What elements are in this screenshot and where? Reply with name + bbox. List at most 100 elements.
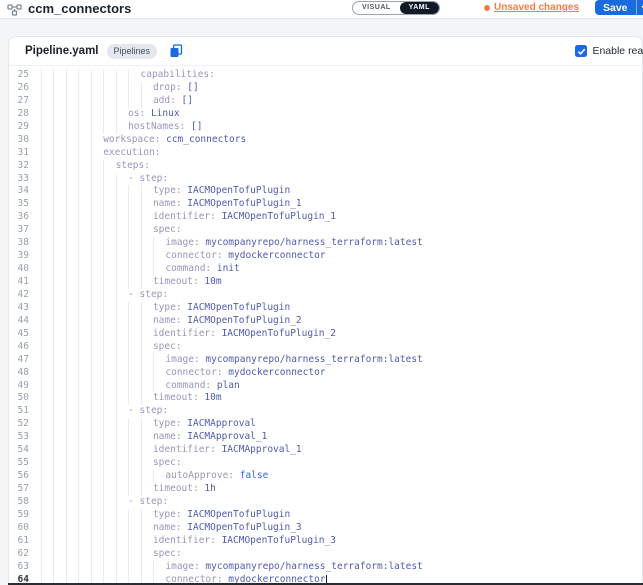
yaml-editor[interactable]: 25 capabilities:26drop: []27add: []28os: … bbox=[9, 66, 642, 585]
code-line[interactable]: 39connector: mydockerconnector bbox=[9, 250, 642, 263]
indent-guide bbox=[141, 315, 153, 328]
copy-icon[interactable] bbox=[169, 44, 183, 58]
indent-guide bbox=[141, 367, 153, 380]
code-line[interactable]: 42- step: bbox=[9, 289, 642, 302]
code-line[interactable]: 38image: mycompanyrepo/harness_terraform… bbox=[9, 237, 642, 250]
indent-guide bbox=[116, 457, 128, 470]
yaml-key: command: bbox=[165, 263, 211, 276]
indent-guide bbox=[41, 237, 53, 250]
indent-guide bbox=[116, 185, 128, 198]
line-number: 49 bbox=[9, 380, 29, 393]
save-button[interactable]: Save bbox=[595, 0, 636, 15]
code-line[interactable]: 46spec: bbox=[9, 341, 642, 354]
code-line[interactable]: 26drop: [] bbox=[9, 82, 642, 95]
indent-guide bbox=[91, 211, 103, 224]
indent-guide bbox=[128, 198, 140, 211]
indent-guide bbox=[91, 302, 103, 315]
code-line[interactable]: 36identifier: IACMOpenTofuPlugin_1 bbox=[9, 211, 642, 224]
code-line[interactable]: 61identifier: IACMOpenTofuPlugin_3 bbox=[9, 535, 642, 548]
indent-guide bbox=[116, 211, 128, 224]
indent-guide bbox=[66, 457, 78, 470]
indent-guide bbox=[66, 198, 78, 211]
code-line[interactable]: 34type: IACMOpenTofuPlugin bbox=[9, 185, 642, 198]
indent-guide bbox=[53, 354, 65, 367]
indent-guide bbox=[41, 380, 53, 393]
code-line[interactable]: 53name: IACMApproval_1 bbox=[9, 431, 642, 444]
top-header: ccm_connectors VISUAL YAML Unsaved chang… bbox=[0, 0, 643, 19]
line-number: 39 bbox=[9, 250, 29, 263]
code-line[interactable]: 25 capabilities: bbox=[9, 69, 642, 82]
indent-guide bbox=[66, 82, 78, 95]
code-line[interactable]: 47image: mycompanyrepo/harness_terraform… bbox=[9, 354, 642, 367]
code-line[interactable]: 51- step: bbox=[9, 405, 642, 418]
line-number: 25 bbox=[9, 69, 29, 82]
code-line[interactable]: 35name: IACMOpenTofuPlugin_1 bbox=[9, 198, 642, 211]
code-line[interactable]: 48connector: mydockerconnector bbox=[9, 367, 642, 380]
indent-guide bbox=[91, 470, 103, 483]
code-line[interactable]: 56autoApprove: false bbox=[9, 470, 642, 483]
indent-guide bbox=[91, 405, 103, 418]
yaml-value: mydockerconnector bbox=[223, 250, 326, 263]
code-line[interactable]: 54identifier: IACMApproval_1 bbox=[9, 444, 642, 457]
indent-guide bbox=[116, 522, 128, 535]
code-line[interactable]: 44name: IACMOpenTofuPlugin_2 bbox=[9, 315, 642, 328]
indent-guide bbox=[78, 548, 90, 561]
code-line[interactable]: 49command: plan bbox=[9, 380, 642, 393]
indent-guide bbox=[103, 418, 115, 431]
toggle-yaml[interactable]: YAML bbox=[400, 2, 439, 14]
yaml-key: type: bbox=[153, 185, 182, 198]
code-line[interactable]: 41timeout: 10m bbox=[9, 276, 642, 289]
code-line[interactable]: 33- step: bbox=[9, 173, 642, 186]
indent-guide bbox=[116, 496, 128, 509]
indent-guide bbox=[66, 211, 78, 224]
indent-guide bbox=[78, 211, 90, 224]
indent-guide bbox=[78, 509, 90, 522]
yaml-key: step: bbox=[140, 496, 169, 509]
code-line[interactable]: 31execution: bbox=[9, 147, 642, 160]
code-line[interactable]: 28os: Linux bbox=[9, 108, 642, 121]
yaml-value: false bbox=[234, 470, 268, 483]
code-line[interactable]: 55spec: bbox=[9, 457, 642, 470]
save-dropdown-button[interactable] bbox=[636, 0, 643, 15]
indent-guide bbox=[116, 95, 128, 108]
line-number: 56 bbox=[9, 470, 29, 483]
enable-read-write-checkbox[interactable] bbox=[575, 45, 587, 57]
indent-guide bbox=[128, 548, 140, 561]
code-line[interactable]: 40command: init bbox=[9, 263, 642, 276]
yaml-key: timeout: bbox=[153, 483, 199, 496]
yaml-key: drop: bbox=[153, 82, 182, 95]
code-line[interactable]: 60name: IACMOpenTofuPlugin_3 bbox=[9, 522, 642, 535]
code-line[interactable]: 58- step: bbox=[9, 496, 642, 509]
code-line[interactable]: 30workspace: ccm_connectors bbox=[9, 134, 642, 147]
code-line[interactable]: 62spec: bbox=[9, 548, 642, 561]
yaml-key: identifier: bbox=[153, 211, 216, 224]
yaml-key: spec: bbox=[153, 224, 182, 237]
unsaved-changes-link[interactable]: Unsaved changes bbox=[494, 2, 579, 13]
indent-guide bbox=[141, 276, 153, 289]
code-line[interactable]: 52type: IACMApproval bbox=[9, 418, 642, 431]
code-line[interactable]: 29hostNames: [] bbox=[9, 121, 642, 134]
yaml-key: capabilities: bbox=[141, 69, 215, 82]
line-number: 53 bbox=[9, 431, 29, 444]
code-line[interactable]: 59type: IACMOpenTofuPlugin bbox=[9, 509, 642, 522]
code-line[interactable]: 37spec: bbox=[9, 224, 642, 237]
code-line[interactable]: 63image: mycompanyrepo/harness_terraform… bbox=[9, 561, 642, 574]
indent-guide bbox=[41, 160, 53, 173]
code-line[interactable]: 57timeout: 1h bbox=[9, 483, 642, 496]
code-line[interactable]: 45identifier: IACMOpenTofuPlugin_2 bbox=[9, 328, 642, 341]
line-number: 60 bbox=[9, 522, 29, 535]
indent-guide bbox=[66, 405, 78, 418]
indent-guide bbox=[116, 302, 128, 315]
code-line[interactable]: 27add: [] bbox=[9, 95, 642, 108]
line-number: 45 bbox=[9, 328, 29, 341]
code-line[interactable]: 32steps: bbox=[9, 160, 642, 173]
toggle-visual[interactable]: VISUAL bbox=[353, 2, 400, 14]
indent-guide bbox=[116, 509, 128, 522]
indent-guide bbox=[128, 561, 140, 574]
code-line[interactable]: 43type: IACMOpenTofuPlugin bbox=[9, 302, 642, 315]
indent-guide bbox=[53, 211, 65, 224]
code-line[interactable]: 50timeout: 10m bbox=[9, 392, 642, 405]
yaml-value: IACMOpenTofuPlugin bbox=[182, 302, 291, 315]
indent-guide bbox=[78, 198, 90, 211]
indent-guide bbox=[128, 483, 140, 496]
